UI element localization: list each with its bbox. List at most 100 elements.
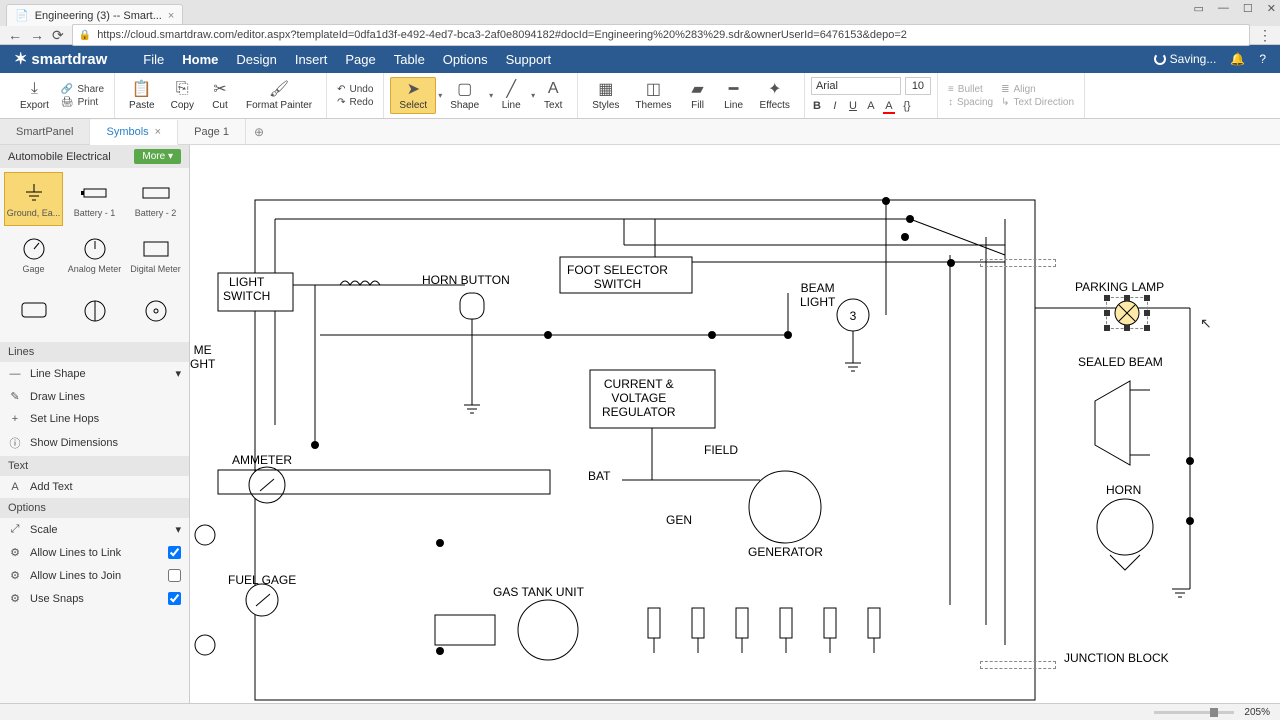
share-button[interactable]: 🔗Share	[61, 84, 104, 95]
win-min[interactable]: —	[1218, 2, 1229, 15]
use-snaps-item[interactable]: ⚙Use Snaps	[0, 587, 189, 610]
zoom-slider[interactable]	[1154, 711, 1234, 714]
tab-close-icon[interactable]: ×	[155, 126, 161, 138]
symbol-gage[interactable]: Gage	[4, 228, 63, 282]
menu-page[interactable]: Page	[345, 52, 375, 67]
selection-connector1[interactable]	[980, 259, 1056, 267]
chevron-down-icon: ▾	[175, 523, 181, 536]
themes-button[interactable]: ◫Themes	[627, 78, 679, 113]
tab-favicon: 📄	[15, 9, 29, 22]
reload-icon[interactable]: ⟳	[52, 27, 64, 44]
font-size-select[interactable]: 10	[905, 77, 931, 95]
use-snaps-checkbox[interactable]	[168, 592, 181, 605]
menu-insert[interactable]: Insert	[295, 52, 328, 67]
shape-tool[interactable]: ▢Shape	[442, 78, 487, 113]
cursor-icon: ↖	[1200, 315, 1212, 332]
selection-connector2[interactable]	[980, 661, 1056, 669]
print-button[interactable]: 🖨Print	[61, 97, 104, 108]
symbol-generic2[interactable]	[65, 284, 124, 338]
symbol-battery2[interactable]: Battery - 2	[126, 172, 185, 226]
help-icon[interactable]: ?	[1259, 52, 1266, 66]
show-dimensions-item[interactable]: ⓘShow Dimensions	[0, 430, 189, 456]
allow-link-item[interactable]: ⚙Allow Lines to Link	[0, 541, 189, 564]
notify-icon[interactable]: 🔔	[1230, 52, 1245, 66]
canvas[interactable]: 3	[190, 145, 1280, 703]
symbol-ground[interactable]: Ground, Ea...	[4, 172, 63, 226]
symbol-analog-meter[interactable]: Analog Meter	[65, 228, 124, 282]
add-text-item[interactable]: AAdd Text	[0, 476, 189, 498]
chevron-down-icon: ▾	[175, 367, 181, 380]
tab-symbols[interactable]: Symbols×	[90, 120, 178, 145]
effects-button[interactable]: ✦Effects	[752, 78, 798, 113]
label-fuel-gage: FUEL GAGE	[228, 573, 296, 587]
symbol-generic3[interactable]	[126, 284, 185, 338]
menu-support[interactable]: Support	[506, 52, 552, 67]
textdir-button[interactable]: ↳Text Direction	[1001, 97, 1074, 108]
align-icon: ≣	[1001, 84, 1009, 95]
menu-file[interactable]: File	[143, 52, 164, 67]
more-button[interactable]: More ▾	[134, 149, 181, 164]
gear-icon: ⚙	[8, 592, 22, 605]
underline-button[interactable]: U	[847, 100, 859, 114]
line-hops-item[interactable]: +Set Line Hops	[0, 408, 189, 430]
label-generator: GENERATOR	[748, 545, 823, 559]
scale-item[interactable]: ⤢Scale▾	[0, 518, 189, 541]
line-icon: ╱	[506, 80, 516, 98]
logo[interactable]: ✶ smartdraw	[14, 49, 107, 69]
win-max[interactable]: ☐	[1243, 2, 1253, 15]
line-tool[interactable]: ╱Line	[493, 78, 529, 113]
symbol-battery1[interactable]: Battery - 1	[65, 172, 124, 226]
gear-icon: ⚙	[8, 569, 22, 582]
menu-options[interactable]: Options	[443, 52, 488, 67]
label-gas-tank: GAS TANK UNIT	[493, 585, 584, 599]
cut-button[interactable]: ✂Cut	[202, 78, 238, 113]
symbol-generic1[interactable]	[4, 284, 63, 338]
align-button[interactable]: ≣Align	[1001, 84, 1074, 95]
export-button[interactable]: ⤓Export	[12, 78, 57, 113]
copy-button[interactable]: ⎘Copy	[163, 78, 202, 113]
menu-icon[interactable]: ⋮	[1258, 27, 1272, 44]
back-icon[interactable]: ←	[8, 27, 22, 43]
line-shape-item[interactable]: —Line Shape▾	[0, 362, 189, 385]
format-painter-button[interactable]: 🖌Format Painter	[238, 78, 320, 113]
draw-lines-item[interactable]: ✎Draw Lines	[0, 385, 189, 408]
win-close[interactable]: ✕	[1267, 2, 1276, 15]
menu-table[interactable]: Table	[394, 52, 425, 67]
forward-icon[interactable]: →	[30, 27, 44, 43]
tab-close-icon[interactable]: ×	[168, 10, 174, 22]
selection-box[interactable]	[1106, 297, 1148, 329]
font-color-button[interactable]: A	[883, 100, 895, 114]
print-icon: 🖨	[61, 97, 74, 108]
browser-tab[interactable]: 📄 Engineering (3) -- Smart... ×	[6, 4, 183, 26]
url-input[interactable]: 🔒 https://cloud.smartdraw.com/editor.asp…	[72, 24, 1250, 46]
redo-button[interactable]: ↷Redo	[337, 97, 373, 108]
symbol-digital-meter[interactable]: Digital Meter	[126, 228, 185, 282]
fill-button[interactable]: ▰Fill	[680, 78, 716, 113]
bold-button[interactable]: B	[811, 100, 823, 114]
line-style-button[interactable]: ━Line	[716, 78, 752, 113]
add-page-button[interactable]: ⊕	[246, 119, 272, 144]
tab-page1[interactable]: Page 1	[178, 119, 246, 144]
label-bat: BAT	[588, 469, 610, 483]
italic-button[interactable]: I	[829, 100, 841, 114]
spacing-button[interactable]: ↕Spacing	[948, 97, 993, 108]
styles-button[interactable]: ▦Styles	[584, 78, 627, 113]
paste-button[interactable]: 📋Paste	[121, 78, 163, 113]
menu-home[interactable]: Home	[182, 52, 218, 67]
undo-button[interactable]: ↶Undo	[337, 84, 373, 95]
select-tool[interactable]: ➤Select	[390, 77, 436, 114]
text-misc-button[interactable]: {}	[901, 100, 913, 114]
menu-design[interactable]: Design	[236, 52, 276, 67]
allow-join-checkbox[interactable]	[168, 569, 181, 582]
user-icon[interactable]: ▭	[1194, 2, 1204, 15]
tab-smartpanel[interactable]: SmartPanel	[0, 119, 90, 144]
bullet-button[interactable]: ≡Bullet	[948, 84, 993, 95]
label-horn: HORN	[1106, 483, 1141, 497]
font-name-select[interactable]: Arial	[811, 77, 901, 95]
font-grow-button[interactable]: A	[865, 100, 877, 114]
allow-join-item[interactable]: ⚙Allow Lines to Join	[0, 564, 189, 587]
zoom-value: 205%	[1244, 707, 1270, 718]
allow-link-checkbox[interactable]	[168, 546, 181, 559]
text-tool[interactable]: AText	[535, 78, 571, 113]
url-text: https://cloud.smartdraw.com/editor.aspx?…	[97, 29, 907, 41]
